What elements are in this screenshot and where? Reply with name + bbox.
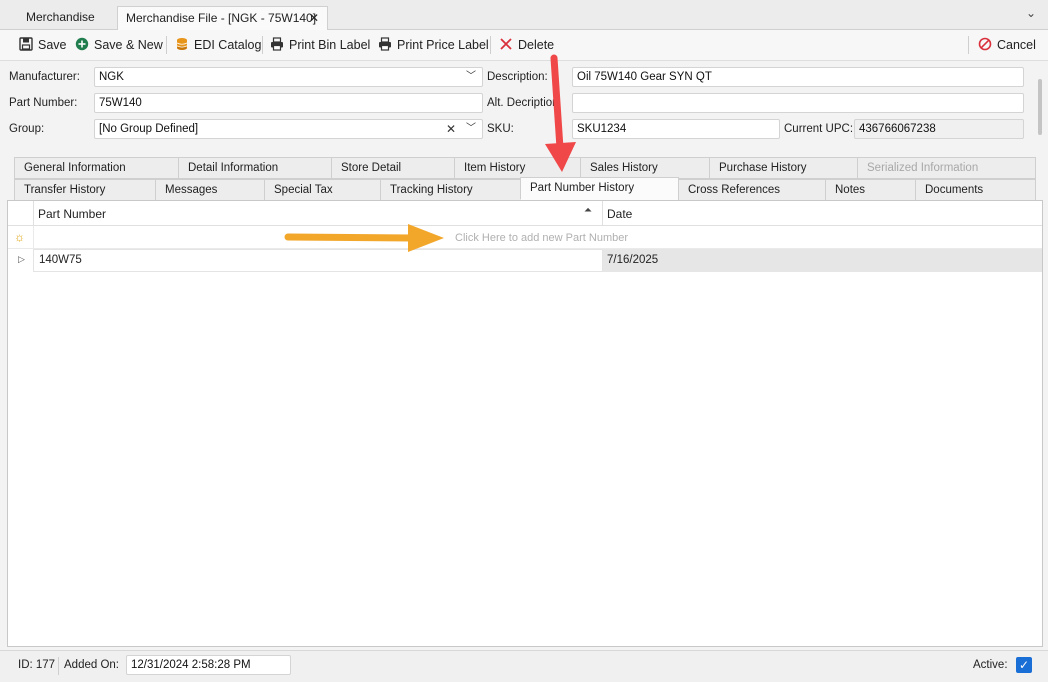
group-dropdown[interactable]: [No Group Defined] ✕ ﹀ — [94, 119, 483, 139]
tab-detail-information[interactable]: Detail Information — [178, 157, 333, 179]
tab-general-information[interactable]: General Information — [14, 157, 180, 179]
sku-input[interactable]: SKU1234 — [572, 119, 780, 139]
column-header-date[interactable]: Date — [607, 207, 632, 221]
description-label: Description: — [487, 71, 548, 83]
grid-header: Part Number ⏶ Date — [8, 201, 1042, 226]
chevron-down-icon[interactable]: ⌄ — [1026, 6, 1036, 20]
tab-store-detail[interactable]: Store Detail — [331, 157, 456, 179]
print-bin-label-label: Print Bin Label — [289, 38, 371, 52]
added-on-value: 12/31/2024 2:58:28 PM — [131, 659, 251, 671]
chevron-down-icon[interactable]: ﹀ — [466, 120, 476, 138]
new-row-icon: ☼ — [14, 230, 25, 244]
current-upc-label: Current UPC: — [784, 123, 854, 135]
alt-description-input[interactable] — [572, 93, 1024, 113]
x-icon — [500, 38, 512, 50]
document-tab-strip: Merchandise Merchandise File - [NGK - 75… — [0, 0, 1048, 31]
printer-icon — [379, 37, 391, 51]
manufacturer-label: Manufacturer: — [9, 71, 80, 83]
part-number-history-grid: Part Number ⏶ Date ☼ Click Here to add n… — [7, 200, 1043, 647]
description-input[interactable]: Oil 75W140 Gear SYN QT — [572, 67, 1024, 87]
sort-ascending-icon[interactable]: ⏶ — [584, 205, 592, 216]
tab-item-history[interactable]: Item History — [454, 157, 581, 179]
current-upc-field: 436766067238 — [854, 119, 1024, 139]
database-icon — [176, 38, 188, 50]
alt-description-label: Alt. Decription: — [487, 97, 557, 109]
cancel-button[interactable]: Cancel — [978, 35, 1036, 55]
edi-catalog-label: EDI Catalog — [194, 38, 262, 52]
sku-value: SKU1234 — [577, 123, 627, 135]
edi-catalog-button[interactable]: EDI Catalog — [175, 35, 261, 55]
toolbar-separator — [968, 36, 969, 54]
manufacturer-dropdown[interactable]: NGK ﹀ — [94, 67, 483, 87]
tab-serialized-information: Serialized Information — [857, 157, 1036, 179]
plus-circle-icon — [75, 37, 89, 51]
status-separator — [58, 657, 59, 675]
group-value: [No Group Defined] — [99, 123, 199, 135]
active-checkbox[interactable]: ✓ — [1016, 657, 1032, 673]
print-price-label-label: Print Price Label — [397, 38, 489, 52]
tab-messages[interactable]: Messages — [155, 179, 266, 201]
delete-button[interactable]: Delete — [499, 35, 554, 55]
close-icon[interactable]: ✕ — [309, 7, 319, 29]
save-and-new-button[interactable]: Save & New — [75, 35, 163, 55]
column-divider — [33, 226, 34, 249]
toolbar-separator — [490, 36, 491, 54]
tab-special-tax[interactable]: Special Tax — [264, 179, 381, 201]
doc-tab-merchandise-file[interactable]: Merchandise File - [NGK - 75W140] ✕ — [117, 6, 328, 31]
added-on-field: 12/31/2024 2:58:28 PM — [126, 655, 291, 675]
new-row-hint[interactable]: Click Here to add new Part Number — [455, 232, 628, 244]
cancel-label: Cancel — [997, 38, 1036, 52]
chevron-down-icon[interactable]: ﹀ — [466, 68, 476, 86]
new-item-row[interactable]: ☼ Click Here to add new Part Number — [8, 226, 1042, 249]
tab-part-number-history[interactable]: Part Number History — [520, 177, 679, 200]
column-header-part-number[interactable]: Part Number — [38, 207, 106, 221]
print-price-label-button[interactable]: Print Price Label — [378, 35, 489, 55]
description-value: Oil 75W140 Gear SYN QT — [577, 71, 712, 83]
tab-purchase-history[interactable]: Purchase History — [709, 157, 858, 179]
toolbar-separator — [262, 36, 263, 54]
active-label: Active: — [973, 659, 1008, 671]
tab-notes[interactable]: Notes — [825, 179, 916, 201]
save-label: Save — [38, 38, 67, 52]
table-row[interactable]: ▷ 140W75 7/16/2025 — [8, 249, 1042, 272]
status-bar: ID: 177 Added On: 12/31/2024 2:58:28 PM … — [0, 650, 1048, 682]
part-number-value: 75W140 — [99, 97, 142, 109]
toolbar: Save Save & New EDI Catalog Print Bin La… — [0, 30, 1048, 61]
current-upc-value: 436766067238 — [859, 123, 936, 135]
cell-part-number[interactable]: 140W75 — [33, 249, 603, 272]
clear-icon[interactable]: ✕ — [446, 120, 456, 138]
manufacturer-value: NGK — [99, 71, 124, 83]
save-button[interactable]: Save — [19, 35, 67, 55]
tab-cross-references[interactable]: Cross References — [678, 179, 827, 201]
doc-tab-label: Merchandise File - [NGK - 75W140] — [126, 11, 317, 25]
print-bin-label-button[interactable]: Print Bin Label — [270, 35, 370, 55]
doc-tab-merchandise[interactable]: Merchandise — [18, 6, 103, 30]
column-divider[interactable] — [602, 201, 603, 226]
record-id: ID: 177 — [18, 659, 56, 671]
sku-label: SKU: — [487, 123, 514, 135]
save-and-new-label: Save & New — [94, 38, 163, 52]
expand-row-icon[interactable]: ▷ — [18, 254, 25, 265]
printer-icon — [271, 37, 283, 51]
tab-tracking-history[interactable]: Tracking History — [380, 179, 522, 201]
tab-documents[interactable]: Documents — [915, 179, 1036, 201]
part-number-input[interactable]: 75W140 — [94, 93, 483, 113]
tab-transfer-history[interactable]: Transfer History — [14, 179, 157, 201]
toolbar-separator — [166, 36, 167, 54]
tab-sales-history[interactable]: Sales History — [580, 157, 710, 179]
floppy-disk-icon — [19, 37, 33, 51]
column-divider — [33, 201, 34, 226]
cell-date[interactable]: 7/16/2025 — [603, 249, 1042, 272]
tab-row-1: General Information Detail Information S… — [14, 157, 1036, 179]
group-label: Group: — [9, 123, 45, 135]
tab-row-2: Transfer History Messages Special Tax Tr… — [14, 177, 1036, 201]
part-number-label: Part Number: — [9, 97, 78, 109]
delete-label: Delete — [518, 38, 555, 52]
no-entry-icon — [978, 37, 992, 51]
scrollbar-thumb[interactable] — [1038, 79, 1042, 135]
added-on-label: Added On: — [64, 659, 119, 671]
checkmark-icon: ✓ — [1018, 658, 1030, 672]
